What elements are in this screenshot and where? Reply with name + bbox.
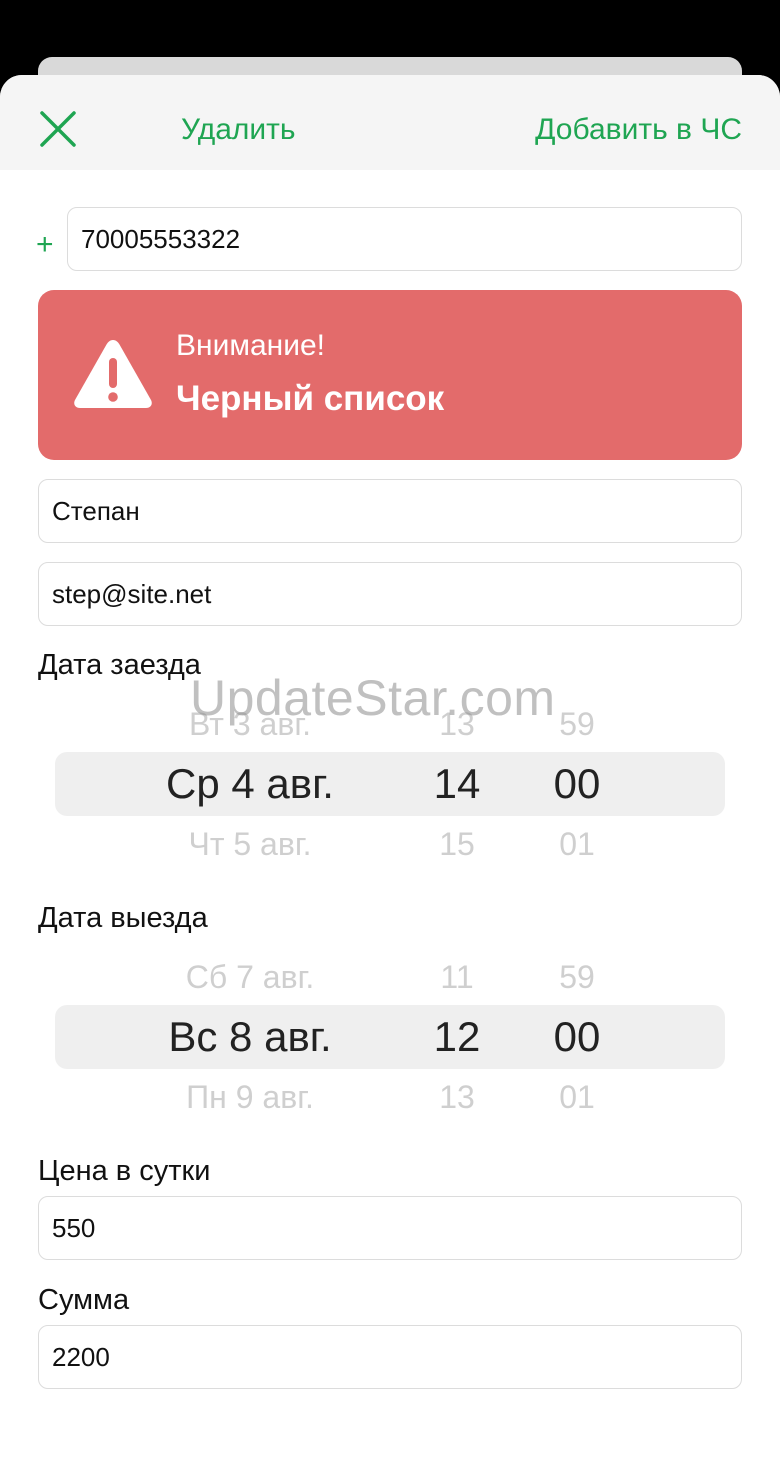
picker-date-selected[interactable]: Ср 4 авг. — [150, 752, 350, 816]
blacklist-alert: Внимание! Черный список — [38, 290, 742, 460]
close-button[interactable] — [36, 107, 80, 151]
warning-icon — [74, 340, 152, 408]
picker-date-selected[interactable]: Вс 8 авг. — [150, 1005, 350, 1069]
picker-date-prev[interactable]: Сб 7 авг. — [150, 957, 350, 997]
picker-minute-selected[interactable]: 00 — [527, 1005, 627, 1069]
picker-minute-prev[interactable]: 59 — [527, 957, 627, 997]
alert-title: Черный список — [176, 379, 445, 418]
booking-sheet: Удалить Добавить в ЧС + 70005553322 Вним… — [0, 75, 780, 1475]
picker-hour-selected[interactable]: 14 — [407, 752, 507, 816]
phone-prefix: + — [36, 228, 54, 261]
alert-subtitle: Внимание! — [176, 329, 325, 362]
picker-minute-next[interactable]: 01 — [527, 1077, 627, 1117]
picker-hour-next[interactable]: 13 — [407, 1077, 507, 1117]
picker-date-next[interactable]: Чт 5 авг. — [150, 824, 350, 864]
close-icon — [40, 111, 76, 147]
email-input[interactable]: step@site.net — [38, 562, 742, 626]
total-input[interactable]: 2200 — [38, 1325, 742, 1389]
name-input[interactable]: Степан — [38, 479, 742, 543]
picker-minute-next[interactable]: 01 — [527, 824, 627, 864]
picker-date-next[interactable]: Пн 9 авг. — [150, 1077, 350, 1117]
total-label: Сумма — [38, 1284, 130, 1316]
picker-hour-selected[interactable]: 12 — [407, 1005, 507, 1069]
picker-hour-next[interactable]: 15 — [407, 824, 507, 864]
delete-button[interactable]: Удалить — [181, 110, 296, 150]
watermark: UpdateStar.com — [190, 670, 556, 726]
checkout-label: Дата выезда — [38, 902, 208, 934]
navbar: Удалить Добавить в ЧС — [0, 75, 780, 170]
checkin-label: Дата заезда — [38, 649, 201, 681]
picker-hour-prev[interactable]: 11 — [407, 957, 507, 997]
picker-minute-selected[interactable]: 00 — [527, 752, 627, 816]
add-to-blacklist-button[interactable]: Добавить в ЧС — [535, 110, 742, 150]
phone-input[interactable]: 70005553322 — [67, 207, 742, 271]
price-label: Цена в сутки — [38, 1155, 211, 1187]
price-input[interactable]: 550 — [38, 1196, 742, 1260]
checkout-picker[interactable]: Сб 7 авг. 11 59 Вс 8 авг. 12 00 Пн 9 авг… — [0, 953, 780, 1115]
